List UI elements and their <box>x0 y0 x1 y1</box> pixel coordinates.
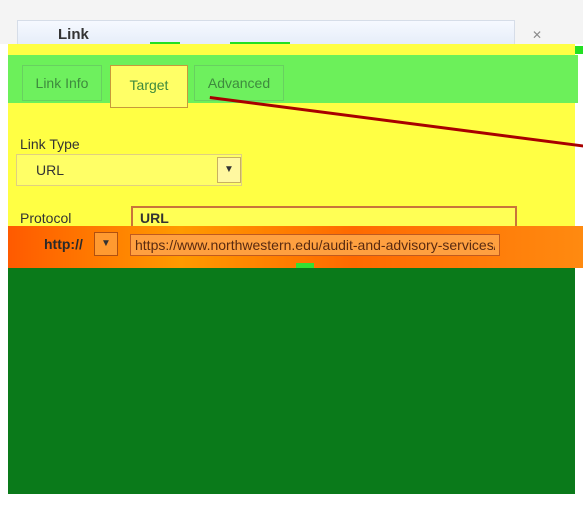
chevron-down-icon[interactable]: ▼ <box>217 157 241 183</box>
tab-link-info[interactable]: Link Info <box>22 65 102 101</box>
url-input[interactable] <box>130 234 500 256</box>
dialog-title: Link <box>58 26 89 43</box>
url-label: URL <box>140 210 169 226</box>
dialog-lower-panel <box>8 268 575 494</box>
protocol-label: Protocol <box>20 210 72 226</box>
link-type-value: URL <box>36 162 65 178</box>
close-button[interactable]: ✕ <box>526 25 548 45</box>
tab-target[interactable]: Target <box>110 65 188 108</box>
link-type-label: Link Type <box>20 136 80 152</box>
close-icon: ✕ <box>531 28 543 42</box>
chevron-down-icon[interactable]: ▼ <box>94 232 118 256</box>
protocol-select[interactable]: http:// <box>44 236 83 252</box>
tab-advanced[interactable]: Advanced <box>194 65 284 101</box>
